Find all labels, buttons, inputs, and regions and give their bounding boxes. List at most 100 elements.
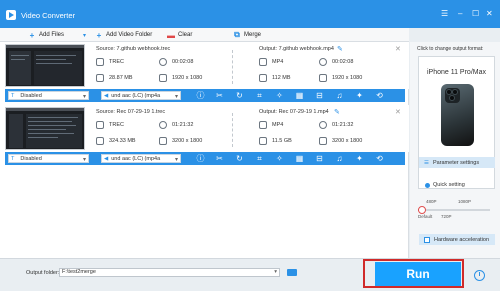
caret-down-icon: ▾ xyxy=(274,269,277,275)
output-filename: Output: 7.github webhook.mp4 xyxy=(259,46,334,52)
caret-down-icon: ▾ xyxy=(83,32,87,39)
output-resolution: 3200 x 1800 xyxy=(319,137,362,145)
rotate-icon[interactable]: ↻ xyxy=(235,154,244,163)
output-format-hint: Click to change output format: xyxy=(417,46,484,52)
alarm-clock-icon[interactable] xyxy=(474,270,485,281)
audio-edit-icon[interactable]: ♫ xyxy=(335,91,344,100)
video-thumbnail[interactable] xyxy=(5,107,85,150)
iphone-image xyxy=(441,84,474,146)
crop-icon[interactable]: ⌗ xyxy=(255,154,264,163)
caret-down-icon: ▾ xyxy=(174,94,178,100)
cut-icon[interactable]: ✂ xyxy=(215,154,224,163)
maximize-icon[interactable]: ☐ xyxy=(472,10,479,18)
caret-down-icon: ▾ xyxy=(174,157,178,163)
source-format: TREC xyxy=(96,121,124,129)
title-bar: Video Converter ☰ – ☐ ✕ xyxy=(0,0,500,28)
format-icon xyxy=(96,58,104,66)
rotate-icon[interactable]: ↻ xyxy=(235,91,244,100)
effect-icon[interactable]: ✧ xyxy=(275,91,284,100)
info-icon[interactable]: ⓘ xyxy=(196,91,205,100)
source-filename: Source: Rec 07-29-19 1.trec xyxy=(96,109,166,115)
subtitle-edit-icon[interactable]: ⊟ xyxy=(315,91,324,100)
app-logo-icon xyxy=(6,10,16,20)
merge-icon: ⧉ xyxy=(234,30,240,39)
quality-slider-knob[interactable] xyxy=(417,206,426,214)
clear-button[interactable]: ▬ Clear xyxy=(167,30,192,40)
plus-icon: + xyxy=(29,30,35,40)
subtitle-icon: T xyxy=(11,92,15,99)
clock-icon xyxy=(319,58,327,66)
plus-icon: + xyxy=(96,30,102,40)
watermark-icon[interactable]: ▦ xyxy=(295,154,304,163)
subtitle-dropdown[interactable]: T Disabled ▾ xyxy=(8,154,89,163)
file-info: Source: 7.github webhook.trec TREC 00:02… xyxy=(0,42,409,89)
add-files-dropdown[interactable]: ▾ xyxy=(83,30,86,40)
subtitle-dropdown[interactable]: T Disabled ▾ xyxy=(8,91,89,100)
file-size-icon xyxy=(259,137,267,145)
hardware-acceleration-toggle[interactable]: Hardware acceleration xyxy=(419,234,495,245)
output-filename: Output: Rec 07-29-19 1.mp4 xyxy=(259,109,329,115)
add-video-folder-label: Add Video Folder xyxy=(106,32,153,38)
source-filename: Source: 7.github webhook.trec xyxy=(96,46,171,52)
remove-file-icon[interactable]: ✕ xyxy=(395,108,401,116)
merge-button[interactable]: ⧉ Merge xyxy=(233,30,261,40)
add-video-folder-button[interactable]: + Add Video Folder xyxy=(95,30,153,40)
edit-icon[interactable]: ✎ xyxy=(334,108,340,116)
resolution-icon xyxy=(159,137,167,145)
file-size-icon xyxy=(96,74,104,82)
speed-icon[interactable]: ⟲ xyxy=(375,91,384,100)
quality-slider[interactable] xyxy=(417,206,490,214)
video-thumbnail[interactable] xyxy=(5,44,85,87)
output-folder-field[interactable]: F:\test2merge ▾ xyxy=(59,268,280,277)
cut-icon[interactable]: ✂ xyxy=(215,91,224,100)
audio-icon: ◀ xyxy=(104,92,109,99)
edit-icon[interactable]: ✎ xyxy=(337,45,343,53)
device-name: iPhone 11 Pro/Max xyxy=(426,69,486,76)
output-format-selector[interactable]: iPhone 11 Pro/Max xyxy=(418,56,495,189)
caret-down-icon: ▾ xyxy=(82,157,86,163)
menu-icon[interactable]: ☰ xyxy=(441,10,448,18)
file-size-icon xyxy=(96,137,104,145)
clock-icon xyxy=(319,121,327,129)
audio-track-dropdown[interactable]: ◀ und aac (LC) (mp4a ▾ xyxy=(101,91,181,100)
crop-icon[interactable]: ⌗ xyxy=(255,91,264,100)
parameter-settings-button[interactable]: ☰ Parameter settings xyxy=(419,157,495,168)
file-options-bar: T Disabled ▾ ◀ und aac (LC) (mp4a ▾ ⓘ ✂ … xyxy=(5,152,405,165)
scale-label-480p: 480P xyxy=(426,199,437,204)
close-icon[interactable]: ✕ xyxy=(486,10,493,18)
subtitle-edit-icon[interactable]: ⊟ xyxy=(315,154,324,163)
output-folder-label: Output folder: xyxy=(26,270,60,276)
output-format: MP4 xyxy=(259,121,283,129)
file-size-icon xyxy=(259,74,267,82)
effect-icon[interactable]: ✧ xyxy=(275,154,284,163)
output-format-panel: Click to change output format: iPhone 11… xyxy=(410,42,500,258)
convert-arrow xyxy=(232,113,250,147)
scale-label-default: Default xyxy=(418,214,433,219)
enhance-icon[interactable]: ✦ xyxy=(355,154,364,163)
merge-label: Merge xyxy=(244,32,262,38)
speed-icon[interactable]: ⟲ xyxy=(375,154,384,163)
minimize-icon[interactable]: – xyxy=(458,10,462,18)
remove-file-icon[interactable]: ✕ xyxy=(395,45,401,53)
source-size: 28.87 MB xyxy=(96,74,133,82)
clear-label: Clear xyxy=(178,32,193,38)
audio-edit-icon[interactable]: ♫ xyxy=(335,154,344,163)
source-size: 324.33 MB xyxy=(96,137,136,145)
scale-label-1080p: 1080P xyxy=(458,199,472,204)
enhance-icon[interactable]: ✦ xyxy=(355,91,364,100)
settings-icon: ☰ xyxy=(424,159,429,166)
format-icon xyxy=(96,121,104,129)
clock-icon xyxy=(159,121,167,129)
resolution-icon xyxy=(319,137,327,145)
source-resolution: 1920 x 1080 xyxy=(159,74,202,82)
file-options-bar: T Disabled ▾ ◀ und aac (LC) (mp4a ▾ ⓘ ✂ … xyxy=(5,89,405,102)
checkbox-icon[interactable] xyxy=(424,236,430,243)
watermark-icon[interactable]: ▦ xyxy=(295,91,304,100)
file-info: Source: Rec 07-29-19 1.trec TREC 01:21:3… xyxy=(0,105,409,152)
add-files-button[interactable]: + Add Files xyxy=(28,30,64,40)
audio-track-dropdown[interactable]: ◀ und aac (LC) (mp4a ▾ xyxy=(101,154,181,163)
run-button[interactable]: Run xyxy=(375,262,461,286)
list-item: Source: 7.github webhook.trec TREC 00:02… xyxy=(0,42,409,105)
info-icon[interactable]: ⓘ xyxy=(196,154,205,163)
open-folder-icon[interactable] xyxy=(287,269,297,276)
